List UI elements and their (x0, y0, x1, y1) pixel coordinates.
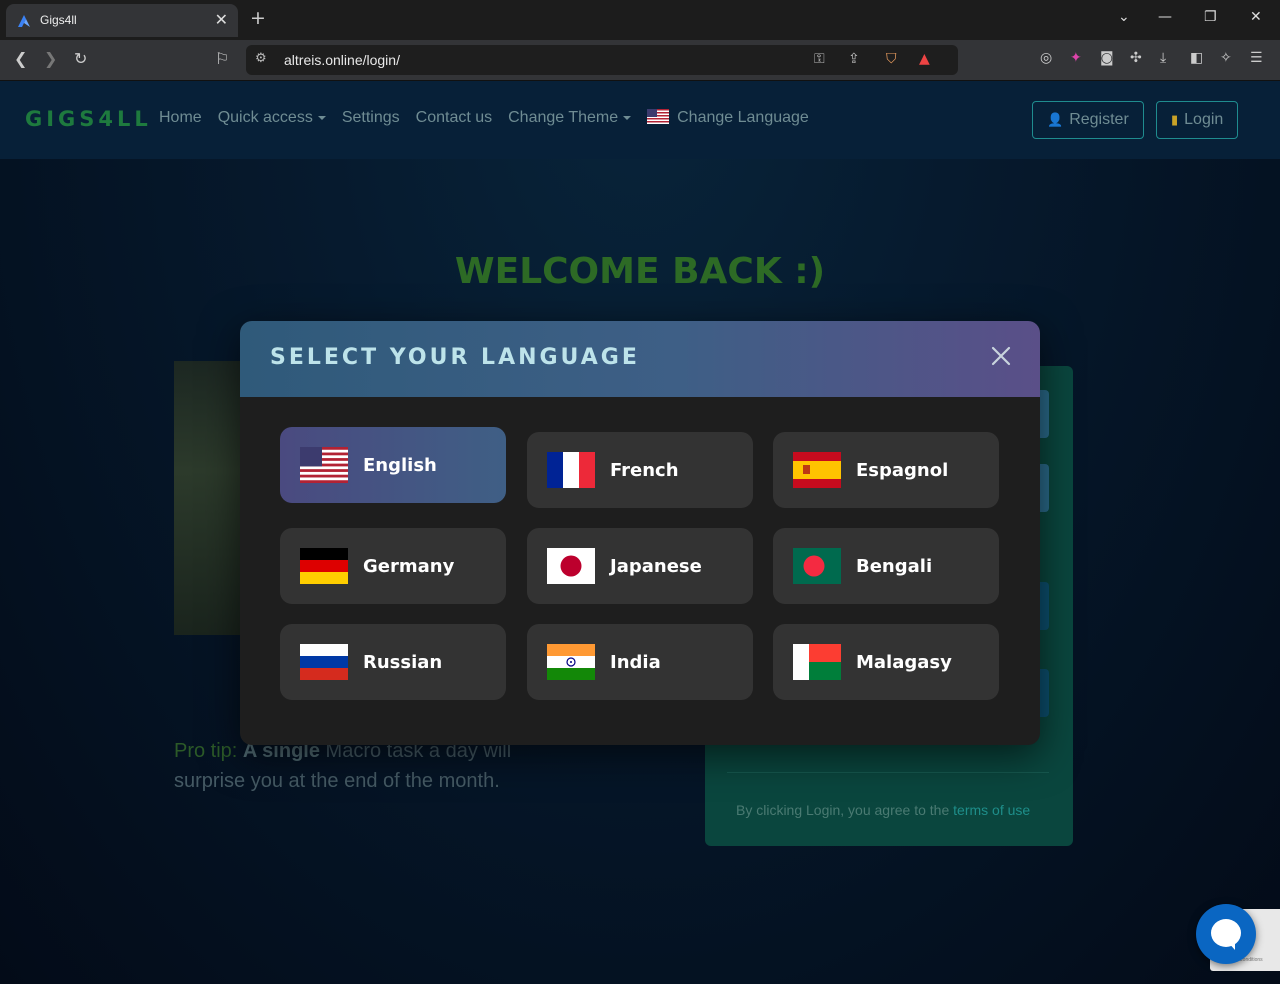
minimize-icon[interactable]: — (1158, 9, 1172, 25)
share-icon[interactable]: ⇪ (848, 51, 860, 67)
tab-title: Gigs4ll (40, 13, 77, 27)
modal-header: SELECT YOUR LANGUAGE (240, 321, 1040, 397)
downloads-icon[interactable]: ⤓ (1160, 50, 1166, 66)
language-option-bengali[interactable]: Bengali (773, 528, 999, 604)
back-icon[interactable]: ❮ (14, 49, 27, 69)
language-option-malagasy[interactable]: Malagasy (773, 624, 999, 700)
russia-flag-icon (300, 644, 348, 680)
us-flag-icon (300, 447, 348, 483)
forward-icon[interactable]: ❯ (44, 49, 57, 69)
language-option-germany[interactable]: Germany (280, 528, 506, 604)
new-tab-button[interactable]: + (250, 7, 266, 29)
language-label: French (610, 459, 679, 481)
restore-icon[interactable]: ❐ (1204, 9, 1217, 25)
close-icon[interactable] (988, 343, 1014, 369)
chat-bubble-icon (1211, 919, 1241, 947)
menu-icon[interactable]: ☰ (1250, 50, 1263, 66)
india-flag-icon (547, 644, 595, 680)
camera-icon[interactable]: ◙ (1100, 50, 1114, 66)
bangladesh-flag-icon (793, 548, 841, 584)
browser-tab[interactable]: Gigs4ll ✕ (6, 4, 238, 37)
page-body: GIGS4LL Home Quick access Settings Conta… (0, 81, 1280, 984)
language-label: Russian (363, 651, 443, 673)
language-option-french[interactable]: French (527, 432, 753, 508)
language-label: Espagnol (856, 459, 949, 481)
spain-flag-icon (793, 452, 841, 488)
brave-rewards-icon[interactable]: ▲ (919, 51, 930, 67)
url-text[interactable]: altreis.online/login/ (284, 52, 400, 68)
tab-close-icon[interactable]: ✕ (215, 10, 228, 29)
language-option-india[interactable]: India (527, 624, 753, 700)
language-label: India (610, 651, 661, 673)
language-label: Japanese (610, 555, 702, 577)
language-modal: SELECT YOUR LANGUAGE English French Espa… (240, 321, 1040, 745)
language-option-espagnol[interactable]: Espagnol (773, 432, 999, 508)
address-bar[interactable]: ⚙ altreis.online/login/ ⚿ ⇪ ⛉ ▲ (246, 45, 958, 75)
germany-flag-icon (300, 548, 348, 584)
window-close-icon[interactable]: ✕ (1250, 9, 1262, 25)
browser-toolbar: ❮ ❯ ↻ ⚐ ⚙ altreis.online/login/ ⚿ ⇪ ⛉ ▲ … (0, 40, 1280, 81)
language-option-japanese[interactable]: Japanese (527, 528, 753, 604)
brave-shield-icon[interactable]: ⛉ (886, 51, 897, 67)
sidebar-toggle-icon[interactable]: ◧ (1190, 50, 1203, 66)
modal-title: SELECT YOUR LANGUAGE (270, 345, 640, 370)
madagascar-flag-icon (793, 644, 841, 680)
france-flag-icon (547, 452, 595, 488)
site-settings-icon[interactable]: ⚙ (255, 51, 267, 66)
language-label: Bengali (856, 555, 933, 577)
extensions-puzzle-icon[interactable]: ✣ (1130, 50, 1142, 66)
japan-flag-icon (547, 548, 595, 584)
language-label: English (363, 454, 437, 476)
browser-tab-bar: Gigs4ll ✕ + ⌄ — ❐ ✕ (0, 0, 1280, 40)
chat-bubble-tail (1227, 941, 1235, 950)
extension-color-icon[interactable]: ✦ (1070, 50, 1082, 66)
password-key-icon[interactable]: ⚿ (814, 51, 825, 67)
tab-search-icon[interactable]: ⌄ (1118, 9, 1130, 25)
leo-ai-icon[interactable]: ✧ (1220, 50, 1232, 66)
language-option-english[interactable]: English (280, 427, 506, 503)
site-favicon-icon (18, 15, 30, 27)
language-label: Malagasy (856, 651, 952, 673)
chat-widget-button[interactable] (1196, 904, 1256, 964)
extension-glasses-icon[interactable]: ◎ (1040, 50, 1052, 66)
reload-icon[interactable]: ↻ (74, 49, 87, 69)
language-option-russian[interactable]: Russian (280, 624, 506, 700)
language-label: Germany (363, 555, 455, 577)
bookmark-icon[interactable]: ⚐ (215, 49, 229, 69)
